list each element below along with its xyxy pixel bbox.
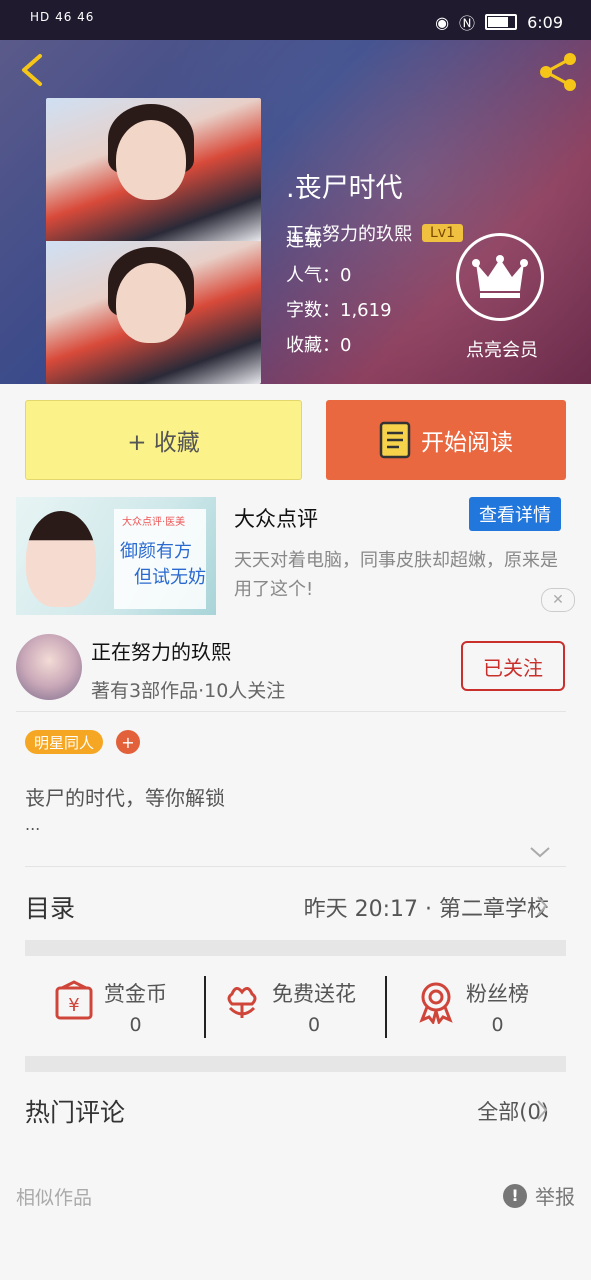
clock: 6:09 <box>527 12 563 32</box>
stat-label: 粉丝榜 <box>466 982 529 1006</box>
vip-button[interactable] <box>456 233 544 321</box>
section-band <box>25 940 566 956</box>
ad-close-icon[interactable]: ✕ <box>541 588 575 612</box>
author-avatar[interactable] <box>16 634 82 700</box>
warning-icon: ! <box>503 1183 527 1208</box>
hot-comments-label: 热门评论 <box>25 1098 126 1127</box>
toc-latest-chapter[interactable]: 昨天 20:17 · 第二章学校 <box>304 891 549 923</box>
favorite-button[interactable]: + 收藏 <box>25 400 302 480</box>
stat-label: 赏金币 <box>104 982 167 1006</box>
eye-icon: ◉ <box>435 12 450 32</box>
status-icons: ◉ Ⓝ 6:09 <box>435 10 563 34</box>
stat-divider <box>385 976 387 1038</box>
stat-value: 0 <box>491 1014 504 1036</box>
level-badge: Lv1 <box>422 224 463 242</box>
reward-coin-icon: ¥ <box>55 980 93 1020</box>
ad-image-line1: 御颜有方 <box>120 541 192 562</box>
word-count: 字数：1,619 <box>286 300 392 321</box>
stat-value: 0 <box>307 1014 321 1036</box>
add-tag-button[interactable]: + <box>116 730 140 754</box>
reward-coin-button[interactable]: ¥ 赏金币 0 <box>52 978 167 1038</box>
fan-rank-button[interactable]: 粉丝榜 0 <box>414 978 529 1038</box>
author-card-sub: 著有3部作品·10人关注 <box>91 680 286 702</box>
nfc-icon: Ⓝ <box>459 14 476 33</box>
ad-image-line2: 但试无妨 <box>134 567 206 588</box>
book-header: .丧尸时代 正在努力的玖熙 Lv1 连载 人气：0 字数：1,619 收藏：0 … <box>0 40 591 384</box>
chevron-right-icon[interactable] <box>535 1098 549 1126</box>
ad-logo: 大众点评·医美 <box>122 517 186 528</box>
divider <box>16 711 566 712</box>
stat-value: 0 <box>129 1014 142 1036</box>
book-cover[interactable] <box>46 98 261 384</box>
toc-latest-text: 昨天 20:17 · 第二章学校 <box>303 897 549 922</box>
report-label: 举报 <box>535 1185 575 1209</box>
book-icon <box>379 421 411 459</box>
ad-description[interactable]: 天天对着电脑，同事皮肤却超嫩，原来是用了这个! <box>234 546 564 604</box>
network-indicators: HD 46 46 <box>30 10 95 24</box>
popularity: 人气：0 <box>286 265 352 286</box>
intro-more: ... <box>25 815 41 834</box>
report-button[interactable]: ! 举报 <box>503 1181 575 1210</box>
expand-chevron-icon[interactable] <box>529 843 551 864</box>
flower-icon <box>227 987 257 1018</box>
stat-label: 免费送花 <box>272 982 356 1006</box>
author-card-name[interactable]: 正在努力的玖熙 <box>91 636 231 665</box>
start-reading-label: 开始阅读 <box>421 430 513 456</box>
follow-button[interactable]: 已关注 <box>461 641 565 691</box>
stat-divider <box>204 976 206 1038</box>
tag-chip[interactable]: 明星同人 <box>25 730 104 754</box>
serial-status: 连载 <box>286 230 322 251</box>
free-flower-button[interactable]: 免费送花 0 <box>220 978 356 1038</box>
divider <box>25 866 566 867</box>
start-reading-button[interactable]: 开始阅读 <box>326 400 566 480</box>
ad-title[interactable]: 大众点评 <box>234 503 318 533</box>
book-intro: 丧尸的时代，等你解锁 <box>25 786 225 810</box>
svg-text:¥: ¥ <box>68 995 79 1016</box>
chevron-right-icon <box>535 894 549 922</box>
ad-details-button[interactable]: 查看详情 <box>469 497 561 531</box>
similar-works-label: 相似作品 <box>16 1187 93 1209</box>
vip-label[interactable]: 点亮会员 <box>450 336 554 362</box>
book-title: .丧尸时代 <box>286 173 403 204</box>
crown-icon <box>472 255 528 298</box>
ad-image[interactable]: 大众点评·医美 御颜有方 但试无妨 <box>16 497 216 615</box>
favorite-count: 收藏：0 <box>286 335 352 356</box>
share-icon[interactable] <box>536 50 580 98</box>
toc-label[interactable]: 目录 <box>25 889 75 925</box>
medal-icon <box>419 982 453 1024</box>
section-band <box>25 1056 566 1072</box>
battery-icon <box>485 14 518 30</box>
back-icon[interactable] <box>16 52 48 92</box>
status-bar: HD 46 46 ◉ Ⓝ 6:09 <box>0 0 591 40</box>
